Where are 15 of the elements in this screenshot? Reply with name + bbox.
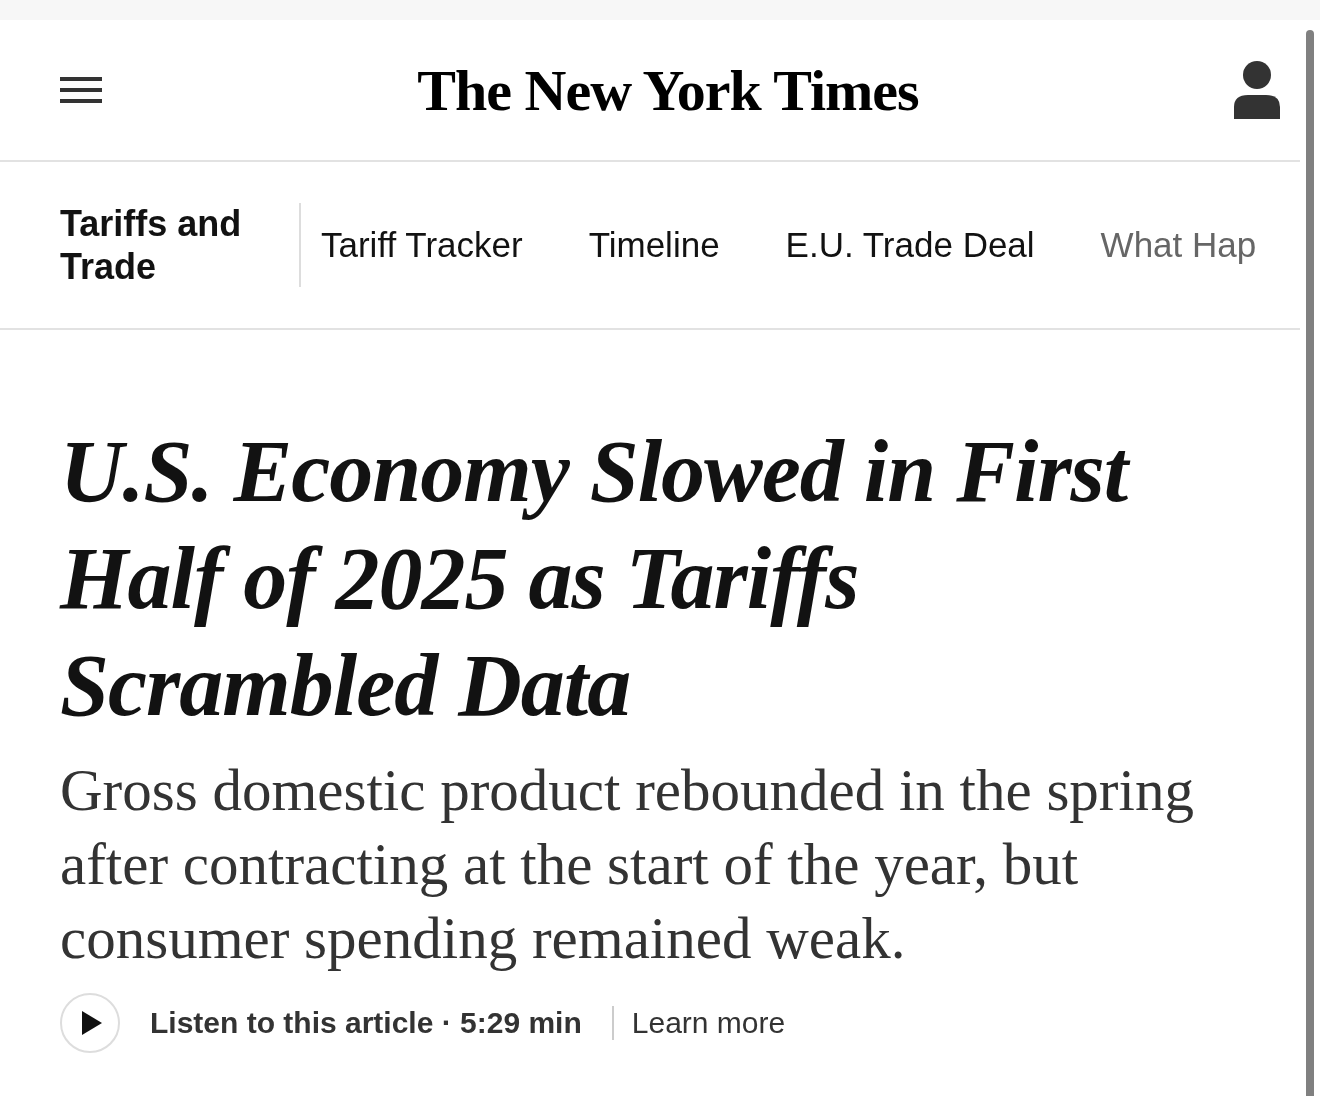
menu-icon[interactable] <box>60 77 102 103</box>
section-link[interactable]: Timeline <box>588 225 720 265</box>
site-logo[interactable]: The New York Times <box>417 56 919 124</box>
learn-more-link[interactable]: Learn more <box>611 1006 786 1040</box>
account-icon[interactable] <box>1234 61 1280 119</box>
listen-label[interactable]: Listen to this article · 5:29 min <box>150 1006 582 1040</box>
scrollbar-thumb[interactable] <box>1306 30 1314 1096</box>
headline: U.S. Economy Slowed in First Half of 2025 as Tariffs Scrambled Data <box>60 418 1170 739</box>
section-link[interactable]: E.U. Trade Deal <box>785 225 1035 265</box>
section-title[interactable]: Tariffs and Trade <box>60 202 275 288</box>
play-button[interactable] <box>60 993 120 1053</box>
summary: Gross domestic product rebounded in the spring after contracting at the start of the year, but consumer spending remained weak. <box>60 756 1195 973</box>
section-link[interactable]: Tariff Tracker <box>321 225 523 265</box>
section-link[interactable]: What Hap <box>1100 225 1257 265</box>
play-icon <box>82 1011 102 1035</box>
